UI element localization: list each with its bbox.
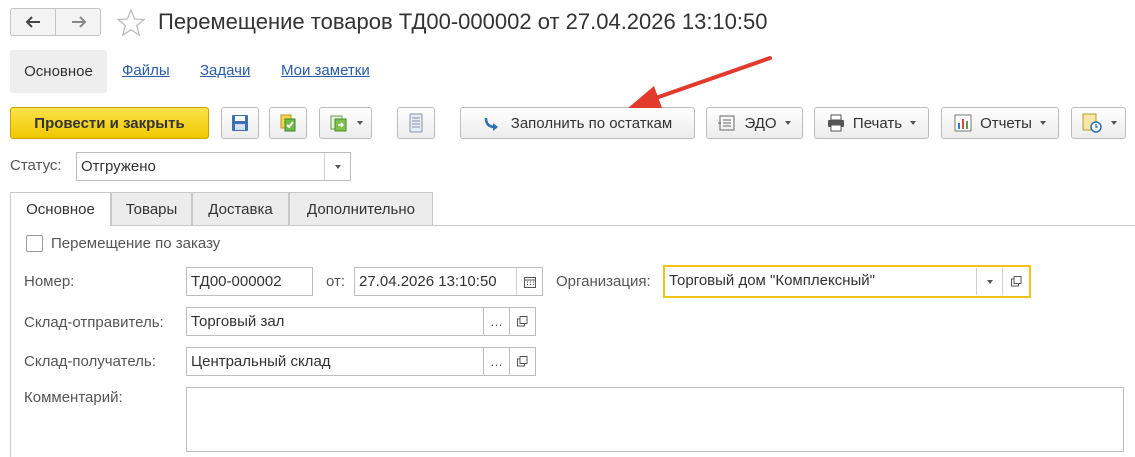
open-object-icon	[517, 356, 528, 367]
printer-icon	[827, 114, 844, 132]
date-field[interactable]: 27.04.2026 13:10:50	[354, 267, 543, 296]
history-button[interactable]	[1071, 107, 1126, 139]
create-based-on-icon	[330, 115, 346, 132]
chevron-down-icon	[910, 121, 917, 125]
form-tab-delivery[interactable]: Доставка	[192, 192, 289, 225]
save-button[interactable]	[221, 107, 259, 139]
post-button[interactable]	[269, 107, 307, 139]
organization-label: Организация:	[556, 273, 651, 290]
by-order-label: Перемещение по заказу	[51, 235, 221, 252]
nav-tab-main[interactable]: Основное	[10, 50, 107, 93]
edo-icon	[718, 115, 735, 131]
forward-button[interactable]	[56, 9, 101, 35]
form-tab-additional[interactable]: Дополнительно	[289, 192, 433, 225]
status-value: Отгружено	[81, 158, 156, 175]
comment-textarea[interactable]	[186, 387, 1124, 452]
window-title: Перемещение товаров ТД00-000002 от 27.04…	[158, 9, 768, 34]
number-field[interactable]: ТД00-000002	[186, 267, 313, 296]
organization-value: Торговый дом "Комплексный"	[669, 272, 875, 289]
receiver-open-button[interactable]	[509, 347, 536, 376]
date-label: от:	[326, 273, 346, 290]
sender-warehouse-value: Торговый зал	[191, 313, 285, 330]
document-clock-icon	[1082, 113, 1102, 133]
form-tabs-baseline	[10, 225, 1135, 226]
post-document-icon	[280, 114, 296, 132]
number-value: ТД00-000002	[191, 273, 282, 290]
nav-back-forward-group	[10, 8, 101, 36]
organization-open-button[interactable]	[1002, 268, 1029, 295]
calendar-button[interactable]	[516, 268, 542, 295]
receiver-select-button[interactable]: …	[483, 347, 510, 376]
back-button[interactable]	[11, 9, 56, 35]
reports-button[interactable]: Отчеты	[941, 107, 1059, 139]
form-tab-goods[interactable]: Товары	[111, 192, 192, 225]
form-tab-panel-left-border	[10, 225, 11, 457]
fill-by-balance-label: Заполнить по остаткам	[510, 114, 673, 132]
chevron-down-icon	[784, 121, 791, 125]
nav-tab-notes[interactable]: Мои заметки	[281, 62, 370, 79]
structure-button[interactable]	[397, 107, 435, 139]
receiver-warehouse-field[interactable]: Центральный склад	[186, 347, 484, 376]
create-based-on-button[interactable]	[319, 107, 372, 139]
nav-tab-tasks[interactable]: Задачи	[200, 62, 250, 79]
chevron-down-icon	[986, 279, 993, 284]
floppy-disk-icon	[232, 115, 248, 131]
chevron-down-icon	[334, 164, 341, 169]
favorite-star-icon[interactable]	[116, 8, 146, 38]
fill-arrow-icon	[484, 117, 498, 131]
open-object-icon	[517, 316, 528, 327]
status-label: Статус:	[10, 157, 62, 174]
status-select[interactable]: Отгружено	[76, 152, 351, 181]
date-value: 27.04.2026 13:10:50	[359, 273, 497, 290]
receiver-warehouse-label: Склад-получатель:	[24, 353, 156, 370]
calendar-icon	[523, 276, 536, 288]
post-and-close-button[interactable]: Провести и закрыть	[10, 107, 209, 139]
arrow-left-icon	[25, 16, 40, 28]
report-chart-icon	[954, 114, 972, 132]
chevron-down-icon	[356, 121, 363, 125]
ellipsis-icon: …	[490, 354, 503, 369]
edo-label: ЭДО	[744, 114, 777, 132]
ellipsis-icon: …	[490, 314, 503, 329]
status-dropdown-button[interactable]	[324, 153, 350, 180]
document-list-icon	[409, 113, 423, 133]
sender-open-button[interactable]	[509, 307, 536, 336]
number-label: Номер:	[24, 273, 75, 290]
chevron-down-icon	[1110, 121, 1117, 125]
sender-warehouse-label: Склад-отправитель:	[24, 314, 164, 331]
form-tab-main[interactable]: Основное	[10, 192, 111, 226]
arrow-right-icon	[71, 16, 86, 28]
reports-label: Отчеты	[980, 114, 1032, 132]
print-label: Печать	[852, 114, 903, 132]
open-object-icon	[1010, 276, 1021, 287]
annotation-arrow-icon	[628, 56, 772, 108]
organization-dropdown-button[interactable]	[976, 268, 1002, 295]
chevron-down-icon	[1039, 121, 1046, 125]
sender-select-button[interactable]: …	[483, 307, 510, 336]
print-button[interactable]: Печать	[814, 107, 929, 139]
comment-label: Комментарий:	[24, 389, 123, 406]
sender-warehouse-field[interactable]: Торговый зал	[186, 307, 484, 336]
by-order-checkbox[interactable]	[26, 235, 43, 252]
nav-tab-files[interactable]: Файлы	[122, 62, 170, 79]
receiver-warehouse-value: Центральный склад	[191, 353, 331, 370]
